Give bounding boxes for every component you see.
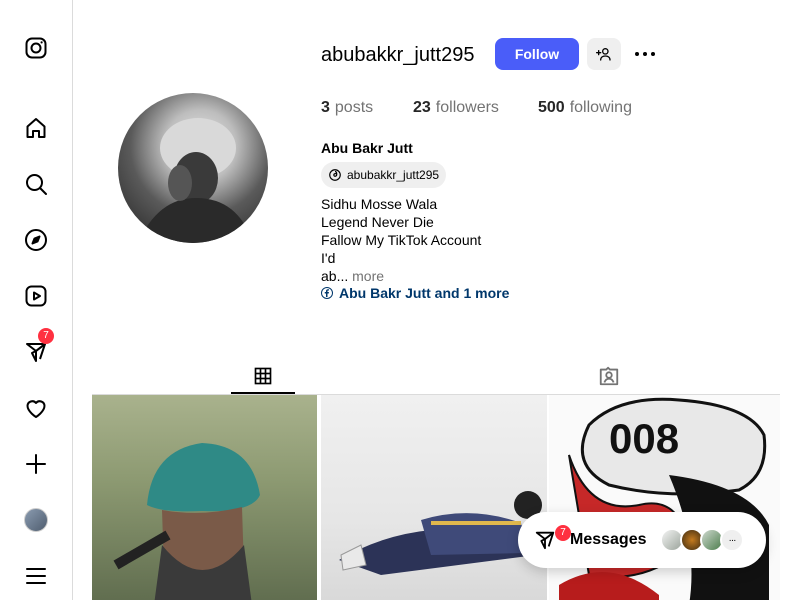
menu-icon[interactable] (20, 560, 52, 592)
options-button[interactable] (633, 38, 657, 70)
posts-grid-tab[interactable] (231, 358, 295, 394)
bio-line-truncated: ab... more (321, 268, 385, 284)
bio-line: Legend Never Die (321, 214, 434, 230)
profile-bio: Sidhu Mosse Wala Legend Never Die Fallow… (321, 195, 481, 285)
threads-link[interactable]: abubakkr_jutt295 (321, 162, 447, 188)
messenger-badge: 7 (38, 328, 54, 344)
sidebar: 7 (0, 0, 73, 600)
messenger-icon[interactable]: 7 (20, 328, 54, 368)
bio-line: Fallow My TikTok Account (321, 232, 482, 248)
add-user-button[interactable] (587, 38, 621, 70)
profile-stats: 3 posts 23 followers 500 following (321, 99, 632, 117)
following-link[interactable]: 500 following (538, 99, 632, 117)
messenger-icon (535, 531, 555, 550)
messages-avatars: ··· (660, 528, 744, 552)
messages-button[interactable]: 7 Messages ··· (518, 512, 766, 568)
post-thumbnail[interactable] (92, 395, 317, 600)
messages-badge: 7 (555, 525, 571, 541)
tagged-tab[interactable] (577, 358, 641, 394)
bio-line: Sidhu Mosse Wala (321, 196, 438, 212)
profile-links[interactable]: Abu Bakr Jutt and 1 more (321, 285, 509, 301)
follow-button[interactable]: Follow (495, 38, 579, 70)
facebook-icon (321, 287, 333, 299)
create-plus-icon[interactable] (20, 448, 52, 480)
bio-line: I'd (321, 250, 336, 266)
threads-icon (329, 169, 341, 181)
profile-picture[interactable] (118, 93, 268, 243)
more-dots-icon: ··· (720, 528, 744, 552)
notifications-heart-icon[interactable] (20, 392, 52, 424)
bio-more-link[interactable]: more (352, 268, 384, 284)
post-thumbnail[interactable]: 008 (549, 395, 780, 600)
search-icon[interactable] (20, 168, 52, 200)
messages-label: Messages (570, 531, 647, 548)
profile-links-text: Abu Bakr Jutt and 1 more (339, 285, 510, 301)
tagged-user-icon (599, 366, 619, 386)
reels-icon[interactable] (20, 280, 52, 312)
explore-icon[interactable] (20, 224, 52, 256)
add-user-icon (596, 48, 611, 61)
threads-handle: abubakkr_jutt295 (347, 168, 440, 182)
profile-avatar[interactable] (20, 504, 52, 536)
profile-username: abubakkr_jutt295 (321, 44, 475, 66)
home-icon[interactable] (20, 112, 52, 144)
svg-text:008: 008 (609, 415, 679, 462)
grid-icon (254, 367, 272, 385)
posts-count: 3 posts (321, 99, 374, 116)
post-thumbnail[interactable] (321, 395, 547, 600)
instagram-logo-icon[interactable] (20, 32, 52, 64)
followers-link[interactable]: 23 followers (413, 99, 538, 117)
profile-full-name: Abu Bakr Jutt (321, 140, 413, 156)
more-dots-icon (635, 52, 655, 56)
